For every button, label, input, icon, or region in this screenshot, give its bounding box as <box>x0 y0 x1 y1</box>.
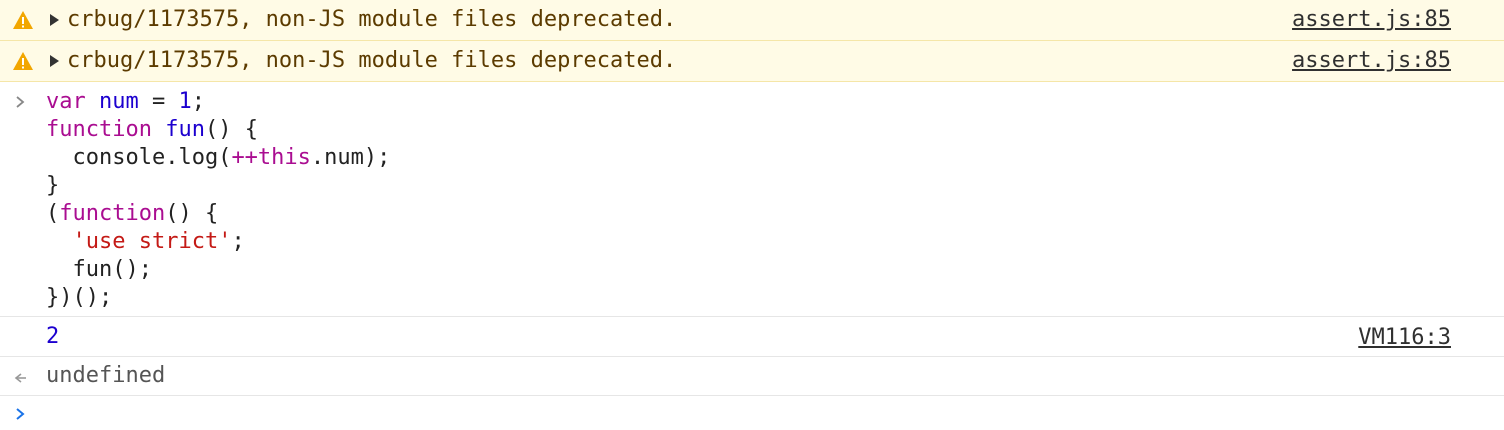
warning-message-row[interactable]: crbug/1173575, non-JS module files depre… <box>0 41 1504 82</box>
code-line: var num = 1; <box>46 88 390 116</box>
code-token: fun <box>165 117 205 142</box>
console-return-row: undefined <box>0 358 1504 396</box>
code-line: function fun() { <box>46 116 390 144</box>
code-token: var <box>46 89 86 114</box>
source-link[interactable]: assert.js:85 <box>1292 5 1451 35</box>
return-arrow-icon <box>14 373 26 383</box>
code-token: ( <box>46 201 60 226</box>
code-token: = <box>138 89 179 114</box>
code-token: })(); <box>46 285 113 310</box>
code-line: })(); <box>46 284 390 312</box>
expand-triangle-icon[interactable] <box>50 14 59 26</box>
log-output-value: 2 <box>46 324 60 349</box>
code-token: () { <box>165 201 219 226</box>
source-link[interactable]: assert.js:85 <box>1292 46 1451 76</box>
code-token: () { <box>204 117 258 142</box>
code-line: (function() { <box>46 200 390 228</box>
devtools-console: crbug/1173575, non-JS module files depre… <box>0 0 1504 430</box>
code-token: fun(); <box>46 257 152 282</box>
code-token: function <box>46 117 152 142</box>
warning-triangle-icon <box>13 11 33 29</box>
warning-message-row[interactable]: crbug/1173575, non-JS module files depre… <box>0 0 1504 41</box>
code-block[interactable]: var num = 1; function fun() { console.log… <box>46 88 390 312</box>
chevron-right-icon <box>16 96 25 108</box>
warning-text: crbug/1173575, non-JS module files depre… <box>67 48 677 73</box>
code-line: } <box>46 172 390 200</box>
chevron-right-icon <box>16 408 25 420</box>
code-line: console.log(++this.num); <box>46 144 390 172</box>
warning-triangle-icon <box>13 52 33 70</box>
code-token: 1 <box>178 89 192 114</box>
code-line: 'use strict'; <box>46 228 390 256</box>
code-line: fun(); <box>46 256 390 284</box>
code-token: function <box>59 201 166 226</box>
console-log-output-row: 2 VM116:3 <box>0 318 1504 357</box>
console-input-entry: var num = 1; function fun() { console.log… <box>0 82 1504 317</box>
code-token: console.log( <box>46 145 232 170</box>
warning-text: crbug/1173575, non-JS module files depre… <box>67 7 677 32</box>
source-link[interactable]: VM116:3 <box>1358 323 1451 353</box>
return-value: undefined <box>46 363 166 388</box>
expand-triangle-icon[interactable] <box>50 55 59 67</box>
code-token: ++this <box>231 145 311 170</box>
code-token: num <box>99 89 139 114</box>
code-token: .num); <box>310 145 391 170</box>
code-token: ; <box>191 89 205 114</box>
code-token: ; <box>231 229 245 254</box>
console-prompt-input[interactable] <box>0 397 1504 430</box>
code-token: 'use strict' <box>72 229 232 254</box>
code-token: } <box>46 173 60 198</box>
